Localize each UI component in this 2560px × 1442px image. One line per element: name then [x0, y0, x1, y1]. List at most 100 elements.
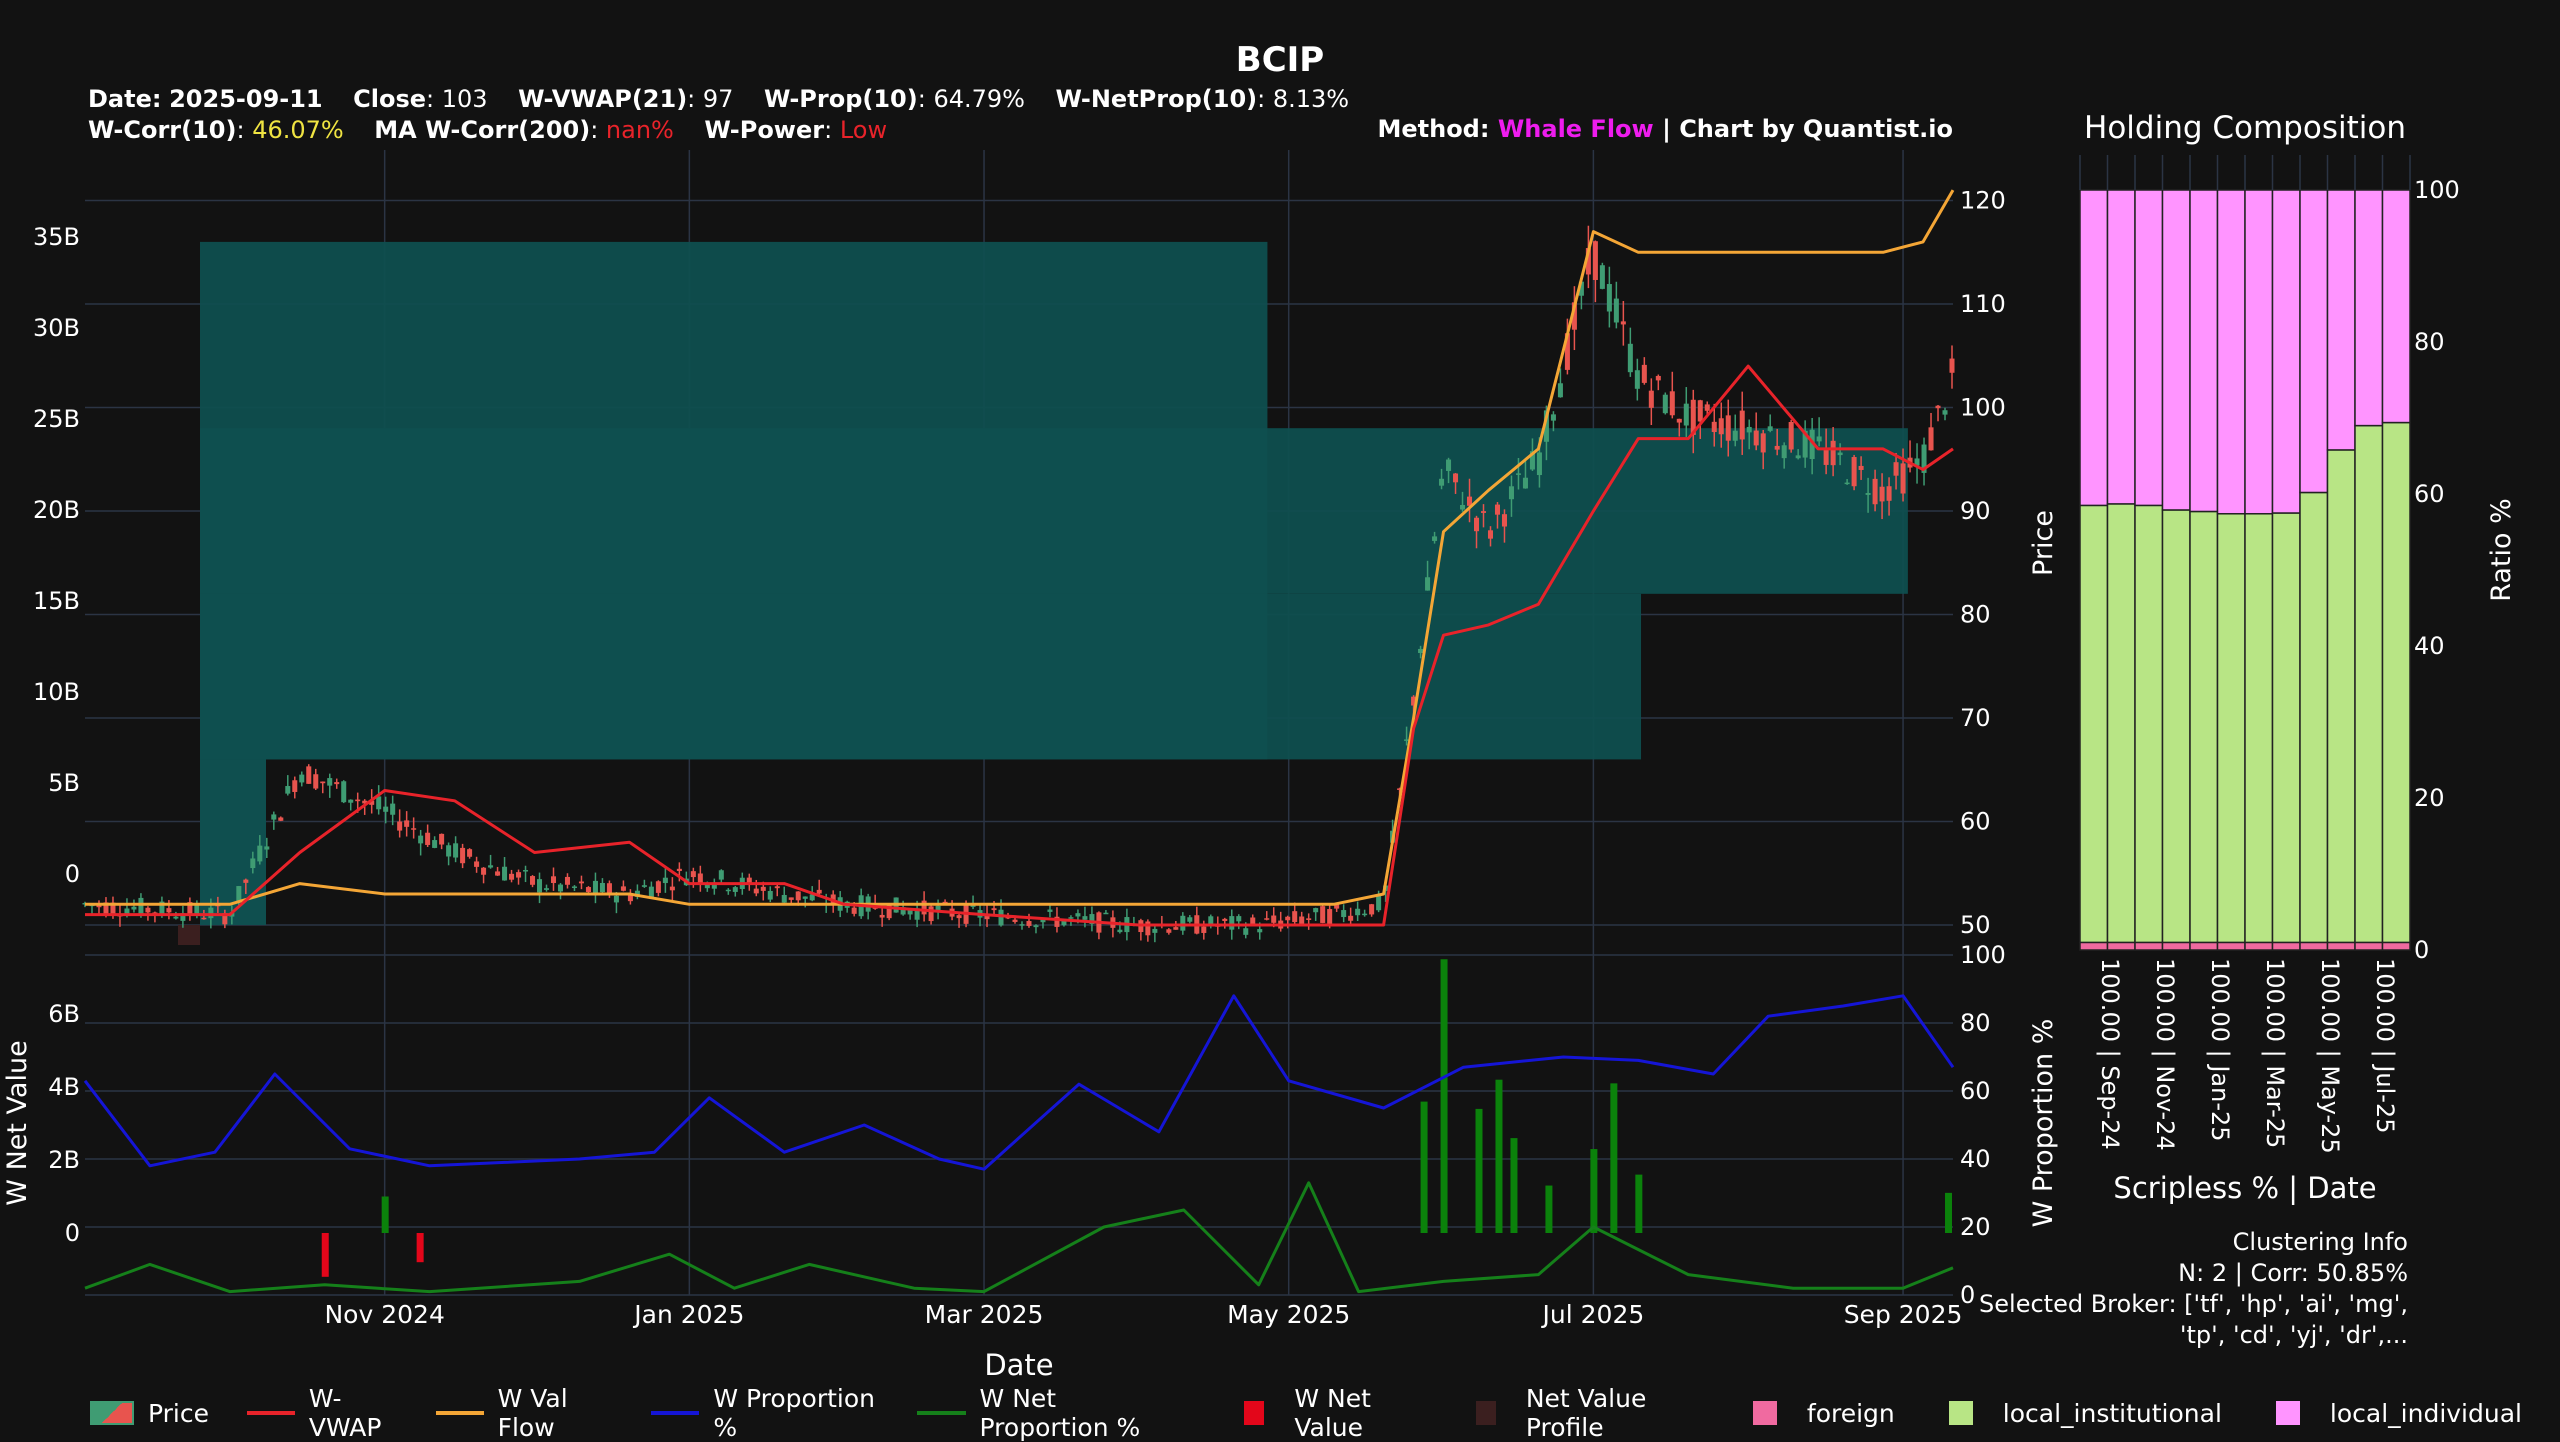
- whale-panel-bg: [85, 957, 1953, 1295]
- candle-body: [1697, 400, 1703, 422]
- candle-body: [474, 861, 480, 867]
- legend-swatch: [1475, 1401, 1496, 1425]
- candle-body: [774, 886, 780, 889]
- candle-body: [509, 873, 515, 880]
- net-value-tick-label: 6B: [48, 1000, 80, 1028]
- candle-body: [760, 886, 766, 891]
- candle-body: [1508, 486, 1514, 500]
- candle-body: [236, 886, 242, 902]
- holding-bar-segment: [2189, 941, 2219, 951]
- candle-body: [1753, 430, 1759, 446]
- net-value-bar: [321, 1233, 329, 1277]
- price-tick-label: 50: [1960, 911, 1991, 939]
- candle-body: [1781, 445, 1787, 459]
- candle-body: [1453, 473, 1459, 483]
- candle-body: [1299, 916, 1305, 925]
- candle-body: [460, 847, 466, 864]
- candle-body: [425, 832, 431, 845]
- holding-bar-segment: [2271, 941, 2301, 951]
- legend-swatch: [1948, 1401, 1973, 1425]
- candle-body: [1767, 426, 1773, 431]
- holding-bar-segment: [2326, 941, 2356, 951]
- legend-swatch: [247, 1411, 295, 1415]
- candle-body: [1473, 517, 1480, 532]
- legend-swatch: [651, 1411, 700, 1415]
- price-tick-label: 120: [1960, 187, 2006, 215]
- holding-xtick-label: 100.00 | Nov-24: [2151, 958, 2179, 1151]
- candle-body: [928, 906, 934, 922]
- candle-body: [536, 879, 543, 893]
- value-tick-label: 5B: [48, 769, 80, 797]
- candle-body: [1949, 358, 1955, 373]
- candle-body: [550, 876, 557, 884]
- candle-body: [690, 871, 696, 878]
- candle-body: [802, 896, 808, 899]
- candle-body: [257, 845, 263, 862]
- profile-block: [200, 593, 1642, 760]
- holding-bar-segment: [2161, 941, 2191, 951]
- candle-body: [1362, 913, 1368, 916]
- candle-body: [1306, 918, 1312, 920]
- candle-body: [1536, 452, 1542, 476]
- candle-body: [1928, 427, 1934, 451]
- candle-body: [1718, 418, 1724, 435]
- legend-item: Net Value Profile: [1460, 1384, 1699, 1442]
- candle-body: [404, 820, 410, 827]
- cluster-info-line1: Clustering Info: [2233, 1228, 2408, 1256]
- candle-body: [781, 894, 787, 903]
- candle-body: [795, 891, 801, 901]
- candle-body: [208, 907, 214, 919]
- legend-swatch: [1752, 1401, 1777, 1425]
- legend-label: W-VWAP: [308, 1384, 382, 1442]
- candle-body: [1355, 908, 1361, 916]
- holding-tick-label: 60: [2414, 480, 2445, 508]
- holding-bar-segment: [2216, 513, 2246, 944]
- cluster-info-line2: N: 2 | Corr: 50.85%: [2178, 1259, 2408, 1287]
- holding-xtick-label: 100.00 | Sep-24: [2096, 958, 2124, 1150]
- candle-body: [390, 803, 396, 815]
- net-value-bar: [1610, 1083, 1618, 1233]
- candle-body: [1550, 414, 1556, 421]
- candle-body: [1893, 462, 1899, 476]
- candle-body: [1446, 459, 1452, 471]
- candle-body: [1327, 909, 1333, 926]
- candle-body: [1320, 906, 1326, 923]
- candle-body: [592, 880, 598, 893]
- candle-body: [1837, 452, 1843, 456]
- candle-body: [1313, 908, 1319, 913]
- candle-body: [1341, 910, 1347, 918]
- candle-body: [1180, 915, 1186, 931]
- net-value-bar: [1945, 1192, 1953, 1233]
- candle-body: [397, 821, 403, 831]
- holding-xlabel: Scripless % | Date: [2113, 1171, 2376, 1205]
- candle-body: [1418, 648, 1424, 654]
- candle-body: [383, 806, 389, 812]
- candle-body: [1557, 383, 1563, 398]
- value-tick-label: 20B: [33, 496, 80, 524]
- candle-body: [1201, 926, 1207, 933]
- candle-body: [1033, 925, 1039, 928]
- proportion-axis-label: W Proportion %: [2028, 1019, 2059, 1228]
- candle-body: [585, 887, 591, 893]
- candle-body: [488, 865, 494, 868]
- holding-bar-segment: [2079, 941, 2109, 951]
- candle-body: [543, 888, 550, 890]
- candle-body: [1236, 916, 1242, 922]
- candle-body: [502, 866, 508, 881]
- candle-body: [669, 886, 675, 891]
- candle-body: [1432, 536, 1438, 541]
- candle-body: [1627, 343, 1633, 373]
- candle-body: [956, 915, 962, 919]
- candle-body: [1725, 415, 1731, 441]
- legend-label: foreign: [1806, 1398, 1895, 1428]
- candle-body: [194, 905, 200, 914]
- candle-body: [376, 796, 382, 810]
- candle-body: [998, 909, 1004, 926]
- candle-body: [1879, 486, 1885, 502]
- candle-body: [1648, 390, 1654, 408]
- candle-body: [1082, 916, 1088, 920]
- candle-body: [334, 782, 340, 785]
- candle-body: [1487, 530, 1494, 539]
- proportion-tick-label: 100: [1960, 941, 2006, 969]
- legend-item: W-VWAP: [247, 1384, 398, 1442]
